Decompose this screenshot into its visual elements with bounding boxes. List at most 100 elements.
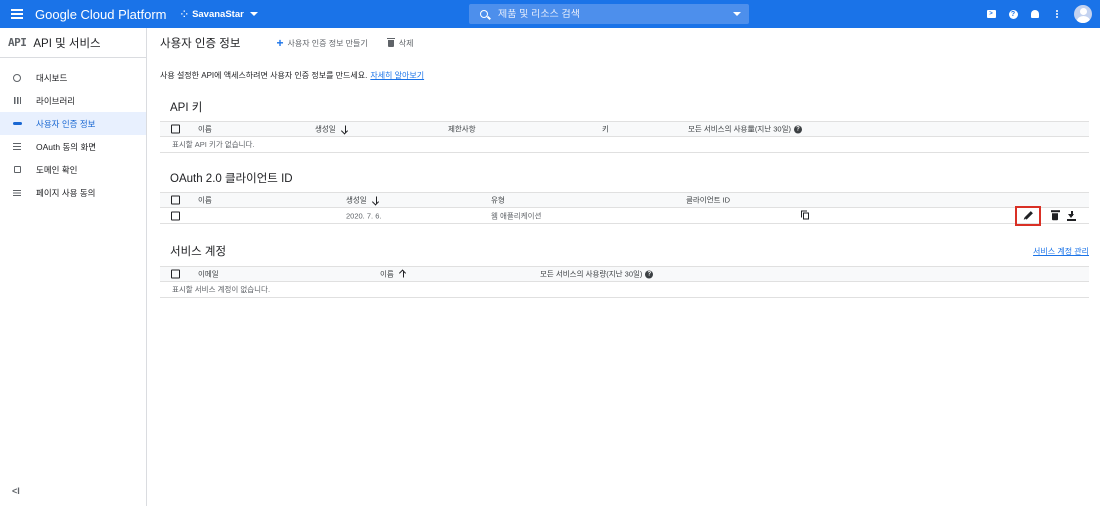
help-button[interactable]: ? [1002, 0, 1024, 28]
arrow-up-icon [400, 270, 407, 279]
top-actions: > ? [980, 0, 1100, 28]
sidebar: API API 및 서비스 대시보드 라이브러리 사용자 인증 정보 OAuth… [0, 28, 147, 506]
sidebar-title: API 및 서비스 [33, 37, 101, 50]
col-created[interactable]: 생성일 [315, 124, 349, 135]
col-usage[interactable]: 모든 서비스의 사용량(지난 30일)? [540, 269, 654, 280]
page-title: 사용자 인증 정보 [160, 38, 241, 50]
arrow-down-icon [373, 196, 380, 205]
arrow-down-icon [342, 125, 349, 134]
pencil-icon [1023, 211, 1033, 220]
select-all-checkbox[interactable] [171, 195, 180, 205]
notifications-button[interactable] [1024, 0, 1046, 28]
col-client-id[interactable]: 클라이언트 ID [686, 195, 730, 206]
project-icon: ⁘ [180, 8, 189, 19]
empty-row: 표시할 API 키가 없습니다. [160, 137, 1089, 153]
table-header: 이메일 이름 모든 서비스의 사용량(지난 30일)? [160, 266, 1089, 282]
terminal-icon: > [986, 10, 996, 18]
project-name: SavanaStar [192, 8, 244, 20]
avatar[interactable] [1074, 5, 1092, 23]
more-button[interactable] [1046, 0, 1068, 28]
select-all-checkbox[interactable] [171, 124, 180, 134]
sidebar-item-label: 대시보드 [36, 72, 68, 83]
chevron-down-icon[interactable] [733, 12, 741, 16]
bell-icon [1031, 10, 1039, 18]
page-usage-icon [12, 188, 22, 198]
col-restrictions[interactable]: 제한사항 [448, 124, 476, 135]
brand-title[interactable]: Google Cloud Platform [35, 7, 167, 22]
col-usage-label: 모든 서비스의 사용量(지난 30일) [688, 124, 791, 134]
col-created-label: 생성일 [315, 124, 336, 134]
delete-icon[interactable] [1050, 210, 1060, 220]
trash-icon [386, 37, 395, 47]
sidebar-item-label: 라이브러리 [36, 95, 76, 106]
empty-row: 표시할 서비스 계정이 없습니다. [160, 282, 1089, 298]
empty-message: 표시할 API 키가 없습니다. [172, 140, 255, 149]
cell-type: 웹 애플리케이션 [491, 211, 542, 220]
api-keys-title: API 키 [170, 102, 203, 114]
col-created-label: 생성일 [346, 195, 367, 205]
oauth-title: OAuth 2.0 클라이언트 ID [170, 173, 293, 185]
top-bar: Google Cloud Platform ⁘ SavanaStar > ? [0, 0, 1100, 28]
sidebar-item-page-usage[interactable]: 페이지 사용 동의 [0, 181, 146, 204]
sidebar-item-label: 사용자 인증 정보 [36, 118, 96, 129]
manage-service-accounts-link[interactable]: 서비스 계정 관리 [1033, 246, 1089, 257]
plus-icon: + [276, 36, 284, 50]
sidebar-item-dashboard[interactable]: 대시보드 [0, 66, 146, 89]
col-name[interactable]: 이름 [198, 195, 212, 206]
sidebar-header: API API 및 서비스 [0, 28, 146, 58]
sidebar-item-label: OAuth 동의 화면 [36, 141, 97, 152]
col-usage-label: 모든 서비스의 사용량(지난 30일) [540, 269, 643, 279]
api-logo: API [8, 36, 27, 49]
edit-button[interactable] [1015, 205, 1041, 226]
select-all-checkbox[interactable] [171, 269, 180, 279]
oauth-table: 이름 생성일 유형 클라이언트 ID 2020. 7. 6. 웹 애플리케이션 [160, 192, 1089, 226]
api-keys-table: 이름 생성일 제한사항 키 모든 서비스의 사용量(지난 30일)? 표시할 A… [160, 121, 1089, 153]
search-bar[interactable] [469, 4, 749, 24]
sidebar-item-oauth-consent[interactable]: OAuth 동의 화면 [0, 135, 146, 158]
library-icon [12, 96, 22, 106]
sidebar-item-library[interactable]: 라이브러리 [0, 89, 146, 112]
key-icon [12, 119, 22, 129]
download-icon[interactable] [1067, 210, 1076, 221]
page-header: 사용자 인증 정보 + 사용자 인증 정보 만들기 삭제 [148, 28, 1100, 58]
help-icon[interactable]: ? [645, 270, 654, 279]
col-created[interactable]: 생성일 [346, 195, 380, 206]
sidebar-item-credentials[interactable]: 사용자 인증 정보 [0, 112, 146, 135]
collapse-sidebar-button[interactable]: <I [12, 486, 20, 496]
intro-description: 사용 설정한 API에 액세스하려면 사용자 인증 정보를 만드세요. [160, 71, 368, 80]
create-credentials-label: 사용자 인증 정보 만들기 [287, 38, 368, 48]
search-icon [480, 10, 488, 18]
col-usage[interactable]: 모든 서비스의 사용量(지난 30일)? [688, 124, 802, 135]
delete-button[interactable]: 삭제 [386, 37, 413, 49]
table-row: 2020. 7. 6. 웹 애플리케이션 [160, 205, 1089, 226]
project-selector[interactable]: ⁘ SavanaStar [181, 9, 258, 20]
service-accounts-title: 서비스 계정 [170, 246, 227, 258]
search-input[interactable] [498, 8, 718, 20]
col-type[interactable]: 유형 [491, 195, 505, 206]
intro-text: 사용 설정한 API에 액세스하려면 사용자 인증 정보를 만드세요. 자세히 알… [160, 70, 424, 81]
empty-message: 표시할 서비스 계정이 없습니다. [172, 285, 271, 294]
cell-created: 2020. 7. 6. [346, 211, 382, 220]
col-key[interactable]: 키 [602, 124, 609, 135]
cloud-shell-button[interactable]: > [980, 0, 1002, 28]
create-credentials-button[interactable]: + 사용자 인증 정보 만들기 [276, 37, 367, 49]
col-name[interactable]: 이름 [380, 269, 407, 280]
help-icon[interactable]: ? [794, 125, 802, 134]
menu-icon[interactable] [0, 0, 34, 28]
col-email[interactable]: 이메일 [198, 269, 219, 280]
sidebar-item-domain-verify[interactable]: 도메인 확인 [0, 158, 146, 181]
more-vert-icon [1056, 13, 1058, 15]
sidebar-item-label: 도메인 확인 [36, 164, 78, 175]
table-header: 이름 생성일 유형 클라이언트 ID [160, 192, 1089, 208]
copy-icon[interactable] [801, 210, 809, 219]
learn-more-link[interactable]: 자세히 알아보기 [370, 71, 424, 80]
oauth-consent-icon [12, 142, 22, 152]
row-checkbox[interactable] [171, 211, 180, 220]
main-content: 사용자 인증 정보 + 사용자 인증 정보 만들기 삭제 사용 설정한 API에… [148, 28, 1100, 506]
col-name[interactable]: 이름 [198, 124, 212, 135]
table-header: 이름 생성일 제한사항 키 모든 서비스의 사용量(지난 30일)? [160, 121, 1089, 137]
domain-verify-icon [12, 165, 22, 175]
col-name-label: 이름 [380, 269, 394, 279]
chevron-down-icon [249, 12, 258, 16]
dashboard-icon [12, 73, 22, 83]
